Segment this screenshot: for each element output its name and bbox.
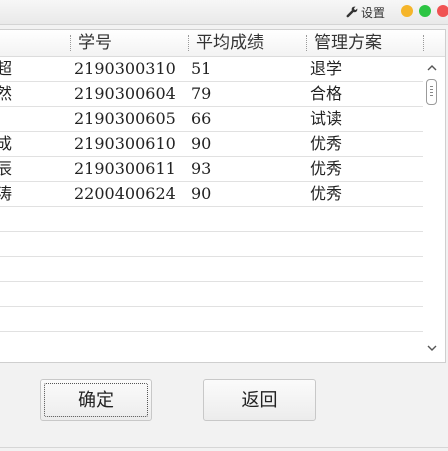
table-row[interactable]: 2190300605 66 试读 <box>0 107 427 132</box>
management-plan-cell: 优秀 <box>310 184 343 203</box>
table-row[interactable]: 涛 2200400624 90 优秀 <box>0 182 427 207</box>
empty-table-row[interactable] <box>0 232 427 257</box>
student-name-cell: 成 <box>0 134 13 153</box>
settings-button[interactable]: 设置 <box>346 4 385 20</box>
student-id-cell: 2200400624 <box>74 184 176 203</box>
management-plan-cell: 退学 <box>310 59 343 78</box>
student-id-cell: 2190300604 <box>74 84 176 103</box>
title-bar: 设置 <box>0 0 448 25</box>
student-id-cell: 2190300605 <box>74 109 176 128</box>
management-plan-cell: 优秀 <box>310 159 343 178</box>
management-plan-cell: 合格 <box>310 84 343 103</box>
table-body: 超 2190300310 51 退学 然 2190300604 79 合格 21… <box>0 57 427 332</box>
average-score-cell: 90 <box>191 134 212 153</box>
column-header-average-score[interactable]: 平均成绩 <box>196 30 264 56</box>
student-table: 学号 平均成绩 管理方案 超 2190300310 51 退学 然 219030… <box>0 29 446 363</box>
empty-table-row[interactable] <box>0 257 427 282</box>
bottom-divider <box>0 447 448 448</box>
scroll-up-arrow-icon[interactable] <box>427 63 437 73</box>
student-name-cell: 超 <box>0 59 13 78</box>
column-separator <box>306 35 307 51</box>
vertical-scrollbar[interactable] <box>423 57 441 361</box>
student-name-cell: 涛 <box>0 184 13 203</box>
column-separator <box>423 35 424 51</box>
table-row[interactable]: 成 2190300610 90 优秀 <box>0 132 427 157</box>
empty-table-row[interactable] <box>0 207 427 232</box>
table-row[interactable]: 辰 2190300611 93 优秀 <box>0 157 427 182</box>
maximize-button[interactable] <box>419 5 431 17</box>
table-header: 学号 平均成绩 管理方案 <box>0 30 445 57</box>
scrollbar-thumb[interactable] <box>426 79 437 105</box>
column-separator <box>188 35 189 51</box>
wrench-icon <box>346 6 358 18</box>
student-name-cell: 辰 <box>0 159 13 178</box>
student-name-cell: 然 <box>0 84 13 103</box>
average-score-cell: 51 <box>191 59 212 78</box>
table-row[interactable]: 超 2190300310 51 退学 <box>0 57 427 82</box>
student-name-cell <box>0 107 26 131</box>
empty-table-row[interactable] <box>0 282 427 307</box>
close-button[interactable] <box>437 5 448 17</box>
confirm-button-label: 确定 <box>78 390 114 411</box>
table-row[interactable]: 然 2190300604 79 合格 <box>0 82 427 107</box>
scroll-down-arrow-icon[interactable] <box>427 343 437 353</box>
confirm-button[interactable]: 确定 <box>40 379 152 421</box>
student-id-cell: 2190300611 <box>74 159 176 178</box>
management-plan-cell: 优秀 <box>310 134 343 153</box>
empty-table-row[interactable] <box>0 307 427 332</box>
settings-label: 设置 <box>361 5 386 20</box>
management-plan-cell: 试读 <box>310 109 343 128</box>
average-score-cell: 66 <box>191 109 212 128</box>
student-id-cell: 2190300310 <box>74 59 176 78</box>
back-button[interactable]: 返回 <box>203 379 316 421</box>
column-header-student-id[interactable]: 学号 <box>78 30 112 56</box>
average-score-cell: 79 <box>191 84 212 103</box>
minimize-button[interactable] <box>401 5 413 17</box>
column-separator <box>70 35 71 51</box>
student-id-cell: 2190300610 <box>74 134 176 153</box>
column-header-management-plan[interactable]: 管理方案 <box>314 30 382 56</box>
back-button-label: 返回 <box>241 390 278 411</box>
average-score-cell: 93 <box>191 159 212 178</box>
average-score-cell: 90 <box>191 184 212 203</box>
